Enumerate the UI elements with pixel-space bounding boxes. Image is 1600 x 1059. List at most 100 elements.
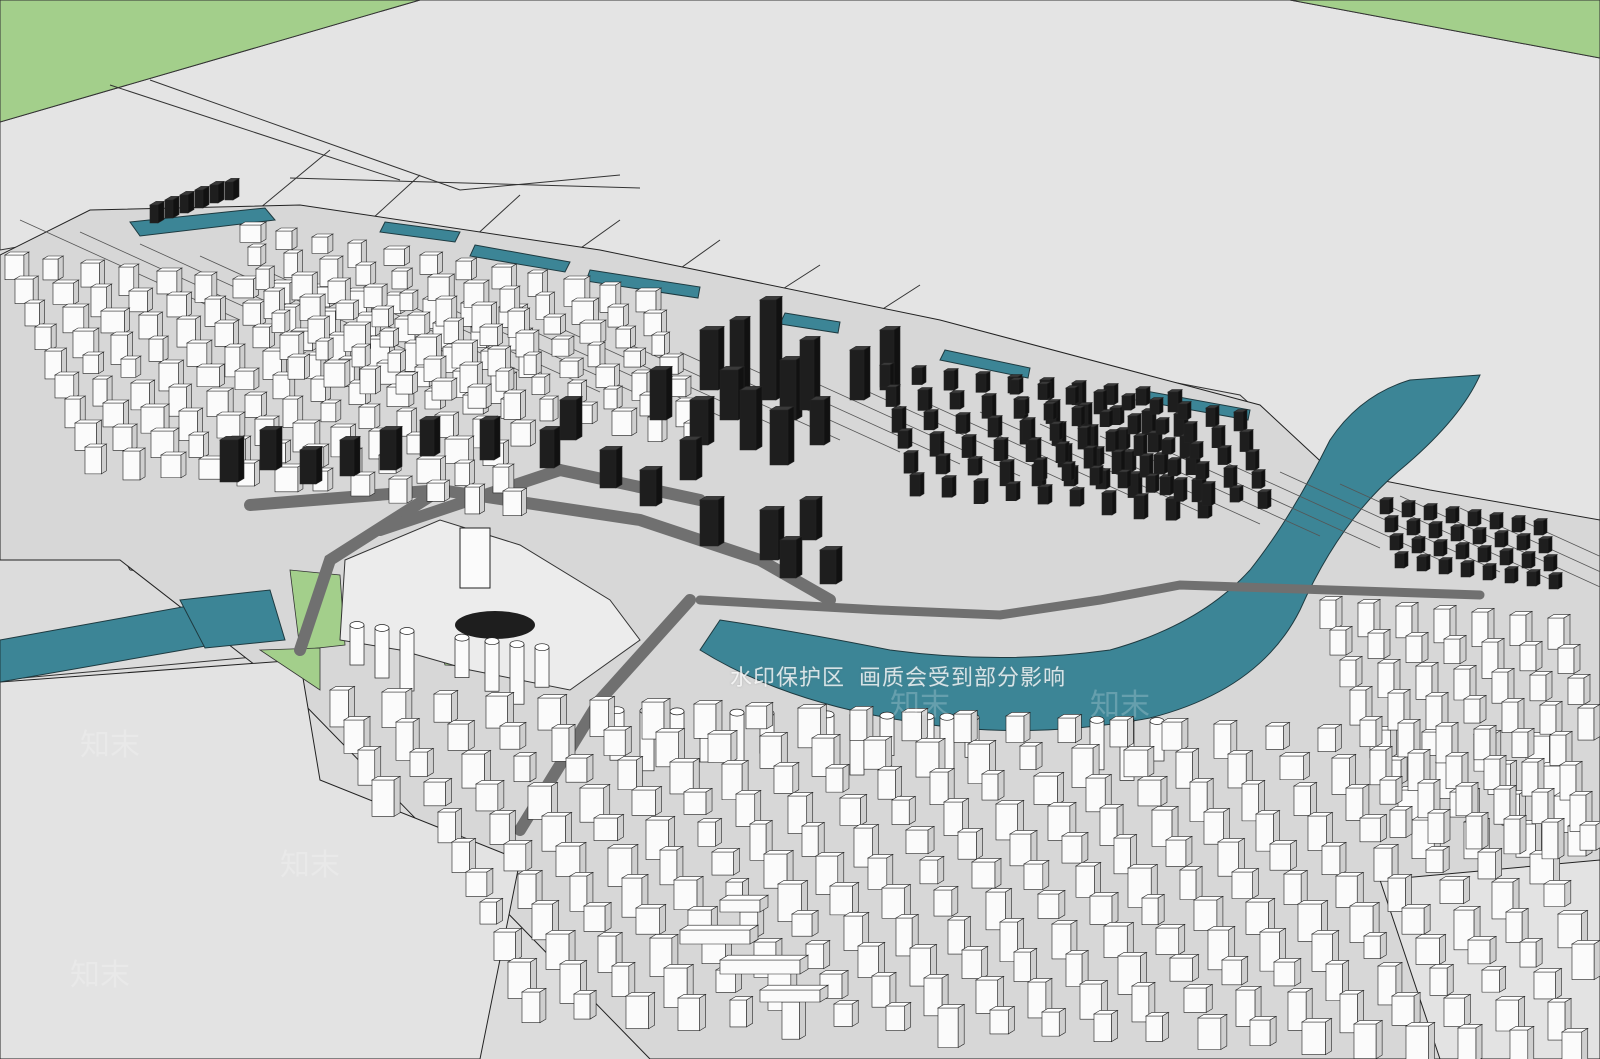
building bbox=[1282, 869, 1309, 906]
building bbox=[1136, 775, 1169, 807]
building bbox=[1334, 871, 1365, 908]
building bbox=[1444, 506, 1461, 524]
building bbox=[418, 415, 442, 457]
building bbox=[1393, 551, 1410, 569]
building bbox=[1388, 533, 1405, 551]
building bbox=[155, 267, 183, 295]
building bbox=[824, 763, 851, 793]
building bbox=[1160, 437, 1177, 455]
building bbox=[1438, 875, 1471, 905]
building bbox=[972, 478, 990, 505]
building bbox=[478, 897, 504, 925]
building bbox=[1032, 771, 1065, 805]
building bbox=[3, 251, 30, 281]
building bbox=[1318, 595, 1344, 630]
building bbox=[501, 487, 528, 517]
building bbox=[634, 287, 663, 313]
building bbox=[1437, 557, 1454, 575]
tower bbox=[374, 624, 390, 679]
building bbox=[1338, 655, 1364, 688]
building bbox=[616, 755, 644, 791]
building bbox=[350, 343, 372, 368]
building bbox=[1194, 461, 1211, 480]
building bbox=[362, 283, 389, 309]
building bbox=[1230, 867, 1260, 900]
building bbox=[678, 924, 760, 945]
building bbox=[53, 371, 80, 399]
building bbox=[1366, 628, 1392, 660]
building bbox=[213, 319, 240, 347]
building bbox=[193, 185, 211, 209]
building bbox=[387, 475, 414, 504]
building bbox=[710, 847, 741, 876]
building bbox=[758, 984, 830, 1003]
building bbox=[986, 415, 1004, 438]
building bbox=[1358, 715, 1384, 748]
building bbox=[119, 355, 142, 378]
building bbox=[988, 1005, 1016, 1035]
building bbox=[127, 287, 154, 313]
building bbox=[326, 277, 352, 304]
building bbox=[1144, 473, 1161, 494]
building bbox=[1216, 445, 1233, 466]
building bbox=[310, 233, 334, 254]
building bbox=[1432, 539, 1449, 557]
building bbox=[682, 787, 714, 815]
building bbox=[1026, 437, 1043, 461]
building bbox=[370, 775, 402, 817]
building bbox=[1362, 931, 1388, 960]
building bbox=[223, 177, 241, 201]
building bbox=[159, 451, 188, 479]
building bbox=[980, 769, 1006, 801]
building bbox=[1466, 935, 1498, 965]
building bbox=[614, 325, 637, 349]
building bbox=[1316, 723, 1343, 753]
building bbox=[443, 435, 475, 465]
building bbox=[1022, 859, 1050, 891]
building bbox=[1400, 500, 1417, 518]
building bbox=[602, 385, 624, 410]
building bbox=[954, 412, 972, 434]
building bbox=[1462, 694, 1488, 724]
building bbox=[165, 291, 193, 318]
building bbox=[1040, 1007, 1067, 1037]
building bbox=[442, 317, 465, 344]
building bbox=[1152, 452, 1170, 475]
building bbox=[478, 323, 504, 347]
building bbox=[1292, 781, 1318, 817]
building bbox=[1405, 518, 1422, 536]
building bbox=[415, 455, 447, 484]
building bbox=[1244, 449, 1261, 471]
building bbox=[1064, 385, 1081, 405]
building bbox=[1272, 957, 1302, 987]
building bbox=[1074, 861, 1102, 898]
building bbox=[1176, 401, 1193, 421]
building bbox=[1510, 515, 1527, 533]
building bbox=[718, 954, 810, 975]
building bbox=[910, 365, 928, 386]
building bbox=[862, 735, 893, 770]
tower bbox=[534, 643, 550, 688]
building bbox=[1004, 481, 1022, 502]
building bbox=[1088, 465, 1105, 486]
building bbox=[453, 459, 476, 487]
building bbox=[1542, 554, 1559, 572]
building bbox=[1378, 775, 1404, 805]
building bbox=[904, 825, 936, 855]
building bbox=[818, 545, 844, 585]
building bbox=[918, 855, 945, 885]
building bbox=[1068, 487, 1086, 507]
building bbox=[1576, 704, 1600, 741]
building bbox=[1383, 515, 1400, 533]
building bbox=[1415, 554, 1432, 572]
building bbox=[602, 725, 633, 757]
building bbox=[418, 251, 444, 275]
building bbox=[1178, 865, 1204, 901]
building bbox=[1238, 429, 1255, 453]
building bbox=[231, 275, 260, 299]
sketchup-viewport[interactable]: 水印保护区 画质会受到部分影响 知末 知末 知末 知末 知末 bbox=[0, 0, 1600, 1059]
building bbox=[538, 425, 562, 469]
urban-model-scene[interactable] bbox=[0, 0, 1600, 1059]
building bbox=[111, 423, 139, 451]
building bbox=[890, 795, 917, 826]
